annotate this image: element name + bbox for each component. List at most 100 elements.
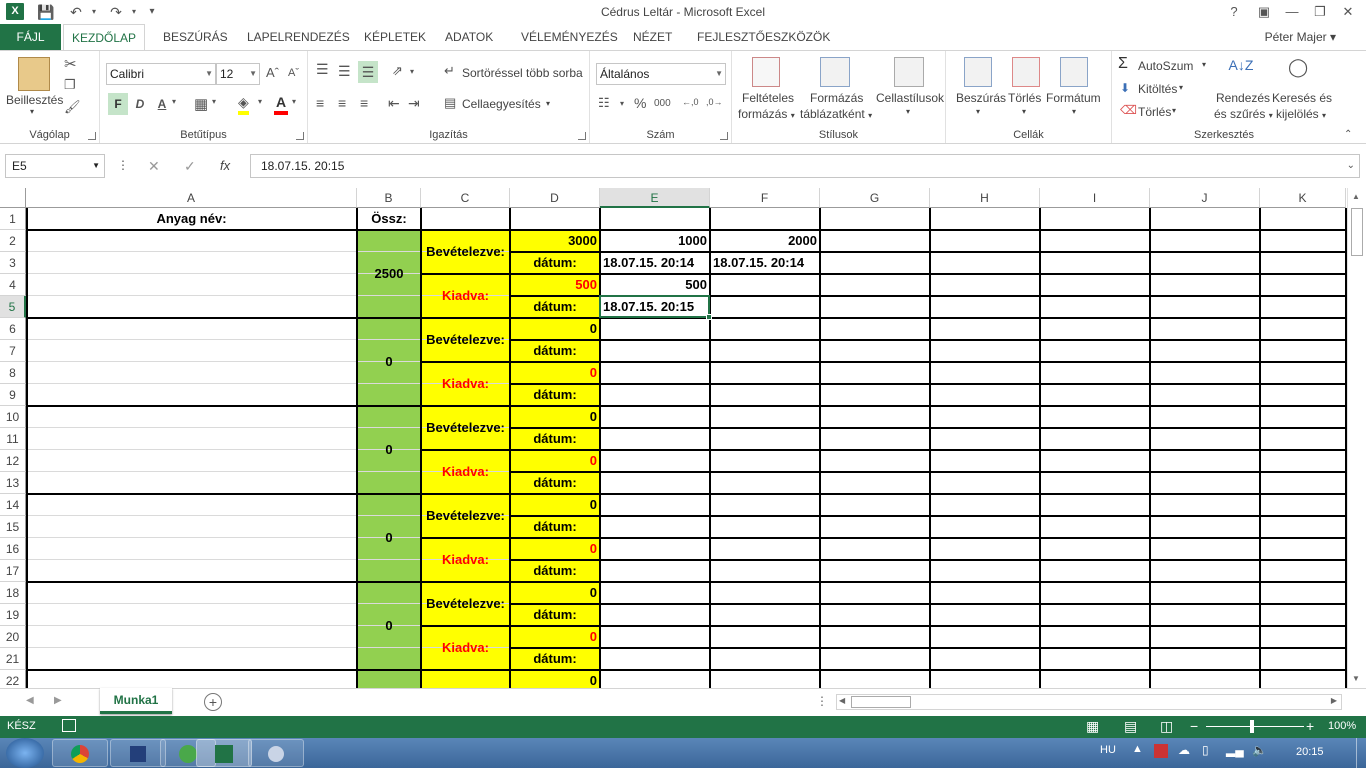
row-header-12[interactable]: 12 xyxy=(0,450,26,472)
name-box-dropdown-icon[interactable]: ▼ xyxy=(92,155,100,177)
column-header-B[interactable]: B xyxy=(357,188,421,208)
cancel-entry-icon[interactable]: ✕ xyxy=(148,158,160,175)
delete-cells-icon[interactable] xyxy=(1012,57,1040,87)
column-header-D[interactable]: D xyxy=(510,188,600,208)
row-header-18[interactable]: 18 xyxy=(0,582,26,604)
new-sheet-icon[interactable]: + xyxy=(204,693,222,711)
row-header-14[interactable]: 14 xyxy=(0,494,26,516)
in-label-cell[interactable]: Bevételezve: xyxy=(421,494,510,538)
row-header-3[interactable]: 3 xyxy=(0,252,26,274)
cell-A1-header[interactable]: Anyag név: xyxy=(26,208,357,230)
help-button[interactable]: ? xyxy=(1222,2,1246,22)
cell-B1-header[interactable]: Össz: xyxy=(357,208,421,230)
clock-time[interactable]: 20:15 xyxy=(1296,746,1324,758)
accounting-format-icon[interactable]: ☷ xyxy=(598,95,610,111)
sort-filter-label-2[interactable]: és szűrés ▾ xyxy=(1214,107,1273,121)
align-top-icon[interactable]: ☰ xyxy=(316,61,329,78)
column-header-I[interactable]: I xyxy=(1040,188,1150,208)
total-cell[interactable]: 2500 xyxy=(357,230,421,318)
sheet-tab-munka1[interactable]: Munka1 xyxy=(100,688,172,714)
conditional-formatting-label-2[interactable]: formázás ▾ xyxy=(738,107,795,121)
underline-button[interactable]: A xyxy=(154,93,170,115)
borders-dropdown-icon[interactable]: ▾ xyxy=(212,97,216,106)
tab-review[interactable]: VÉLEMÉNYEZÉS xyxy=(513,24,626,50)
cloud-icon[interactable]: ☁ xyxy=(1178,743,1190,757)
out-label-cell[interactable]: Kiadva: xyxy=(421,362,510,406)
insert-cells-button[interactable]: Beszúrás xyxy=(956,91,1006,105)
taskbar-chrome-icon[interactable] xyxy=(52,739,108,767)
wrap-text-button[interactable]: Sortöréssel több sorba xyxy=(462,66,583,80)
action-center-icon[interactable] xyxy=(1154,744,1168,758)
out-date-label-cell[interactable]: dátum: xyxy=(510,472,600,494)
zoom-in-icon[interactable]: + xyxy=(1306,718,1314,734)
horizontal-scrollbar[interactable]: ◀ ▶ xyxy=(836,694,1342,710)
borders-icon[interactable]: ▦ xyxy=(194,95,208,113)
clear-icon[interactable]: ⌫ xyxy=(1120,103,1137,117)
row-header-15[interactable]: 15 xyxy=(0,516,26,538)
in-date-label-cell[interactable]: dátum: xyxy=(510,516,600,538)
tab-split-handle-icon[interactable]: ⋮ xyxy=(816,694,828,708)
format-as-table-label-1[interactable]: Formázás xyxy=(810,91,863,105)
column-header-A[interactable]: A xyxy=(26,188,357,208)
cell-E4[interactable]: 500 xyxy=(600,274,710,296)
wrap-text-icon[interactable]: ↵ xyxy=(444,63,455,79)
italic-button[interactable]: D xyxy=(132,93,148,115)
row-header-7[interactable]: 7 xyxy=(0,340,26,362)
font-size-combo[interactable]: 12 ▼ xyxy=(216,63,260,85)
show-hidden-icons-icon[interactable]: ▲ xyxy=(1132,743,1143,755)
autosum-button[interactable]: AutoSzum xyxy=(1138,59,1193,73)
row-header-21[interactable]: 21 xyxy=(0,648,26,670)
column-header-J[interactable]: J xyxy=(1150,188,1260,208)
format-as-table-icon[interactable] xyxy=(820,57,850,87)
total-cell[interactable]: 0 xyxy=(357,582,421,670)
number-format-combo[interactable]: Általános ▼ xyxy=(596,63,726,85)
format-cells-icon[interactable] xyxy=(1060,57,1088,87)
zoom-out-icon[interactable]: − xyxy=(1190,718,1198,734)
in-quantity-cell[interactable]: 0 xyxy=(510,406,600,428)
out-label-cell[interactable]: Kiadva: xyxy=(421,538,510,582)
row-header-16[interactable]: 16 xyxy=(0,538,26,560)
format-cells-button[interactable]: Formátum xyxy=(1046,91,1101,105)
vertical-scrollbar[interactable]: ▲ ▼ xyxy=(1347,188,1366,688)
align-middle-icon[interactable]: ☰ xyxy=(338,63,351,80)
alignment-launcher-icon[interactable] xyxy=(578,132,586,140)
out-quantity-cell[interactable]: 0 xyxy=(510,362,600,384)
scroll-right-icon[interactable]: ▶ xyxy=(1331,696,1337,705)
sort-filter-dropdown-icon[interactable]: ▾ xyxy=(1269,111,1273,120)
macro-record-icon[interactable] xyxy=(62,719,76,732)
row22-label-cell[interactable] xyxy=(421,670,510,688)
autosum-icon[interactable]: Σ xyxy=(1118,55,1128,73)
clear-dropdown-icon[interactable]: ▾ xyxy=(1172,106,1176,115)
copy-icon[interactable]: ❐ xyxy=(64,77,76,93)
formula-input[interactable]: 18.07.15. 20:15 ⌄ xyxy=(250,154,1360,178)
fill-button[interactable]: Kitöltés xyxy=(1138,82,1177,96)
find-select-dropdown-icon[interactable]: ▾ xyxy=(1322,111,1326,120)
scroll-left-icon[interactable]: ◀ xyxy=(839,696,845,705)
cell-styles-icon[interactable] xyxy=(894,57,924,87)
decrease-font-icon[interactable]: Aˇ xyxy=(288,67,299,79)
out-quantity-cell[interactable]: 500 xyxy=(510,274,600,296)
number-format-dropdown-icon[interactable]: ▼ xyxy=(715,64,723,84)
in-label-cell[interactable]: Bevételezve: xyxy=(421,318,510,362)
row-header-22[interactable]: 22 xyxy=(0,670,26,688)
row-header-20[interactable]: 20 xyxy=(0,626,26,648)
language-indicator[interactable]: HU xyxy=(1100,744,1116,756)
out-quantity-cell[interactable]: 0 xyxy=(510,626,600,648)
row-header-10[interactable]: 10 xyxy=(0,406,26,428)
zoom-slider-thumb[interactable] xyxy=(1250,720,1254,733)
fill-handle[interactable] xyxy=(706,314,712,320)
out-label-cell[interactable]: Kiadva: xyxy=(421,274,510,318)
align-center-icon[interactable]: ≡ xyxy=(338,95,346,111)
format-as-table-dropdown-icon[interactable]: ▾ xyxy=(868,111,872,120)
column-header-H[interactable]: H xyxy=(930,188,1040,208)
accounting-dropdown-icon[interactable]: ▾ xyxy=(620,99,624,108)
row-header-5[interactable]: 5 xyxy=(0,296,26,318)
tab-data[interactable]: ADATOK xyxy=(437,24,501,50)
format-painter-icon[interactable]: 🖌 xyxy=(64,99,81,115)
tab-view[interactable]: NÉZET xyxy=(625,24,680,50)
row-header-4[interactable]: 4 xyxy=(0,274,26,296)
column-header-F[interactable]: F xyxy=(710,188,820,208)
battery-icon[interactable]: ▯ xyxy=(1202,743,1209,757)
vertical-scroll-thumb[interactable] xyxy=(1351,208,1363,256)
comma-style-button[interactable]: 000 xyxy=(654,98,671,109)
